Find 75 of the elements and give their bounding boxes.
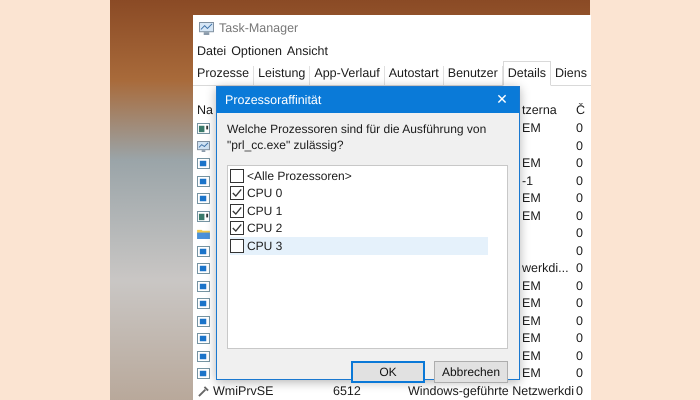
ok-button[interactable]: OK <box>351 361 425 383</box>
window-icon <box>197 316 210 327</box>
prompt-text: Welche Prozessoren sind für die Ausführung von "prl_cc.exe" zulässig? <box>227 121 488 153</box>
window-title: Task-Manager <box>219 21 298 35</box>
monitor-icon <box>199 22 214 34</box>
window-icon <box>197 158 210 170</box>
window-icon <box>197 333 210 344</box>
table-cell-text: WmiPrvSE <box>213 384 274 399</box>
window-icon <box>197 193 210 204</box>
tab[interactable]: App-Verlauf <box>310 66 385 85</box>
list-item-highlight[interactable]: CPU 3 <box>230 237 488 254</box>
cpu-label: CPU 2 <box>247 221 282 236</box>
table-cell-text: 0 <box>576 121 584 136</box>
table-cell-text: EM <box>522 296 542 312</box>
checkbox[interactable] <box>230 168 244 183</box>
folder-icon <box>197 228 210 240</box>
table-cell-text: 0 <box>576 261 584 276</box>
app-window-icon <box>197 123 210 134</box>
table-cell-text: werkdi... <box>522 261 570 276</box>
table-cell-text: EM <box>522 278 542 294</box>
table-cell-text: EM <box>522 331 542 346</box>
cancel-button[interactable]: Abbrechen <box>434 361 508 383</box>
table-cell-text: Windows-geführte Netzwerkdi <box>408 384 576 399</box>
checkbox[interactable] <box>230 204 244 218</box>
table-cell-text: 0 <box>576 138 584 154</box>
table-cell-text: EM <box>522 156 542 172</box>
tab[interactable]: Prozesse <box>193 66 254 85</box>
cpu-label: CPU 0 <box>247 186 282 200</box>
table-cell-text: 0 <box>576 296 584 312</box>
table-cell-text: EM <box>522 348 542 364</box>
window-icon <box>197 246 210 257</box>
table-cell-text: EM <box>522 208 542 224</box>
cpu-label: CPU 3 <box>247 238 282 253</box>
window-icon <box>197 263 210 274</box>
column-header[interactable]: tzerna <box>522 102 576 118</box>
table-cell-text: 0 <box>576 244 584 259</box>
tab[interactable]: Autostart <box>384 66 444 85</box>
table-cell-text: 0 <box>576 226 584 242</box>
dialog-title: Prozessoraffinität <box>225 93 322 107</box>
table-cell-text: -1 <box>522 174 534 189</box>
tab[interactable]: Leistung <box>254 66 310 85</box>
table-cell-text: 0 <box>576 174 584 189</box>
table-cell-text: 0 <box>576 366 584 382</box>
monitor-icon <box>197 140 210 152</box>
table-cell-text: 0 <box>576 314 584 329</box>
window-icon <box>197 176 210 187</box>
table-cell-text: EM <box>522 314 542 329</box>
table-cell-text: 0 <box>576 156 584 172</box>
tab[interactable]: Diens <box>550 66 591 85</box>
window-icon <box>197 298 210 310</box>
checkbox[interactable] <box>230 238 244 253</box>
window-icon <box>197 280 210 292</box>
cpu-label: <Alle Prozessoren> <box>247 168 352 183</box>
table-cell-text: 0 <box>576 208 584 224</box>
window-icon <box>197 350 210 362</box>
table-cell-text: EM <box>522 121 542 136</box>
close-button[interactable]: ✕ <box>485 87 519 113</box>
table-cell-text: EM <box>522 366 542 382</box>
window-icon <box>197 368 210 380</box>
app-window-icon <box>197 210 210 222</box>
menu-item[interactable]: Optionen <box>231 44 282 58</box>
checkbox[interactable] <box>230 221 244 236</box>
table-cell-text: EM <box>522 191 542 206</box>
table-cell-text: 6512 <box>333 384 362 399</box>
table-cell-text: 0 <box>576 191 584 206</box>
tab[interactable]: Details <box>502 61 551 86</box>
table-cell-text: 0 <box>576 331 584 346</box>
checkbox[interactable] <box>230 186 244 200</box>
column-header[interactable]: Č <box>576 102 591 118</box>
table-cell-text: 0 <box>576 348 584 364</box>
menu-item[interactable]: Datei <box>197 44 226 58</box>
menu-item[interactable]: Ansicht <box>286 44 328 58</box>
table-cell-text: 0 <box>576 278 584 294</box>
cpu-label: CPU 1 <box>247 204 282 218</box>
table-cell-text: 0 <box>576 384 584 399</box>
